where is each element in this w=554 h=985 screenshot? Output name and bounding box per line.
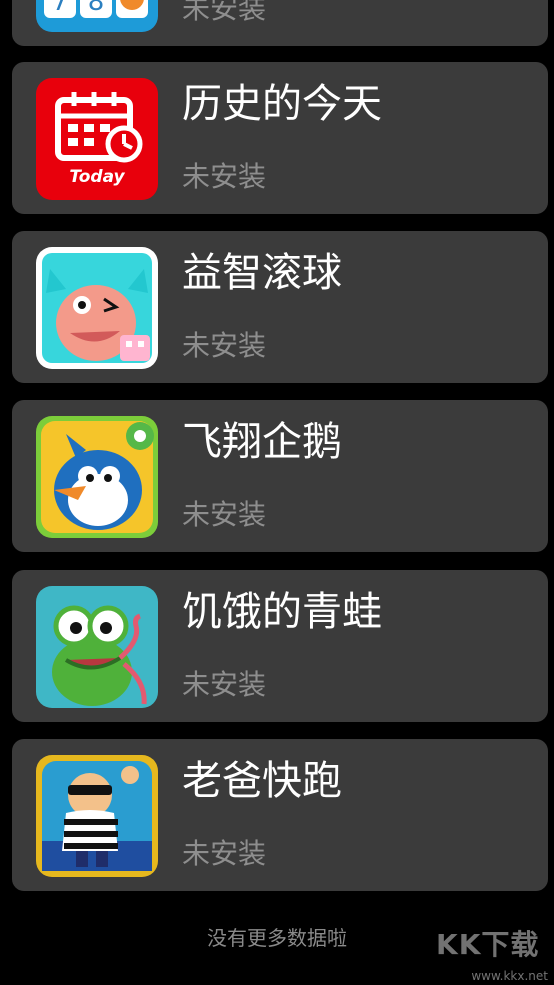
app-title: 益智滚球 xyxy=(182,250,342,296)
svg-text:8: 8 xyxy=(88,0,105,17)
app-list-item[interactable]: 飞翔企鹅 未安装 xyxy=(12,400,548,552)
app-title: 饥饿的青蛙 xyxy=(182,589,382,635)
owl-creature-icon xyxy=(36,247,158,369)
watermark-url: www.kkx.net xyxy=(471,969,548,983)
install-status: 未安装 xyxy=(182,668,267,701)
svg-text:7: 7 xyxy=(52,0,69,17)
frog-icon xyxy=(36,586,158,708)
watermark-title: KK下载 xyxy=(436,928,540,961)
app-list-item[interactable]: 饥饿的青蛙 未安装 xyxy=(12,570,548,722)
app-title: 老爸快跑 xyxy=(182,758,342,804)
app-title: 飞翔企鹅 xyxy=(182,419,342,465)
app-list-item[interactable]: 老爸快跑 未安装 xyxy=(12,739,548,891)
app-list-item[interactable]: 益智滚球 未安装 xyxy=(12,231,548,383)
app-title: 历史的今天 xyxy=(182,81,382,127)
install-status: 未安装 xyxy=(182,329,267,362)
today-label: Today xyxy=(69,167,125,187)
install-status: 未安装 xyxy=(182,160,267,193)
app-list-item[interactable]: Today 历史的今天 未安装 xyxy=(12,62,548,214)
number-game-icon: 7 8 xyxy=(36,0,158,32)
app-list-item[interactable]: 7 8 未安装 xyxy=(12,0,548,46)
install-status: 未安装 xyxy=(182,0,267,25)
calendar-today-icon: Today xyxy=(36,78,158,200)
install-status: 未安装 xyxy=(182,837,267,870)
install-status: 未安装 xyxy=(182,498,267,531)
robber-icon xyxy=(36,755,158,877)
penguin-icon xyxy=(36,416,158,538)
site-watermark-logo: KK下载 www.kkx.net xyxy=(436,923,548,983)
